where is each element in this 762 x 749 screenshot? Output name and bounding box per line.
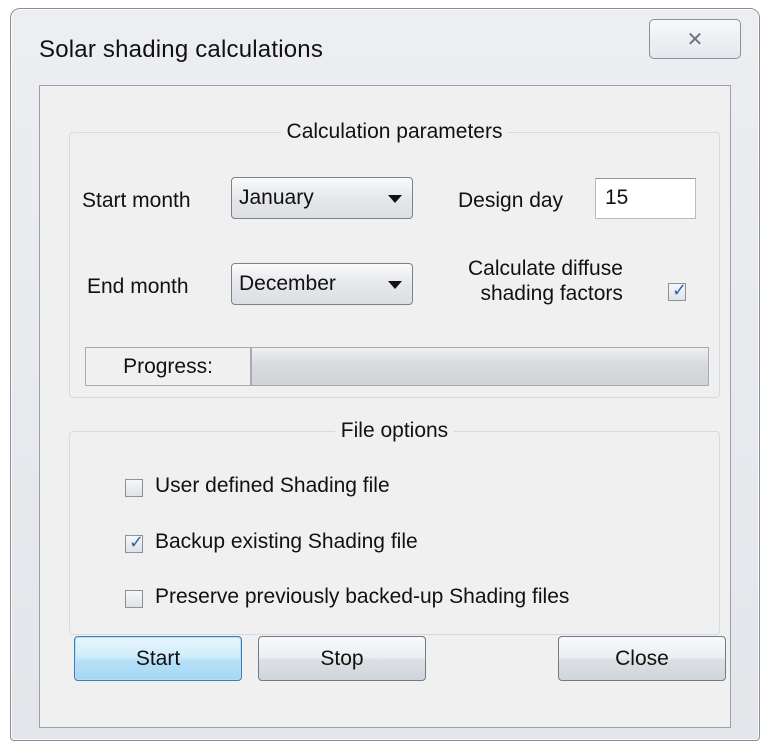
calculation-parameters-group: Calculation parameters Start month Janua… [69, 120, 720, 398]
start-month-label: Start month [82, 189, 191, 212]
user-defined-shading-file-checkbox[interactable] [125, 479, 143, 497]
backup-existing-shading-file-label: Backup existing Shading file [155, 530, 418, 553]
calculation-parameters-legend: Calculation parameters [70, 120, 719, 144]
dialog-title: Solar shading calculations [39, 36, 324, 63]
end-month-dropdown[interactable]: December [231, 263, 413, 305]
diffuse-shading-label: Calculate diffuse shading factors [468, 257, 623, 305]
close-button[interactable]: Close [558, 636, 726, 681]
checkmark-icon: ✓ [129, 532, 145, 552]
stop-button[interactable]: Stop [258, 636, 426, 681]
close-window-button[interactable]: ✕ [649, 19, 741, 59]
diffuse-shading-checkbox[interactable]: ✓ [668, 280, 688, 301]
end-month-value: December [239, 272, 336, 295]
user-defined-shading-file-label: User defined Shading file [155, 474, 390, 497]
title-bar: Solar shading calculations ✕ [11, 9, 759, 79]
solar-shading-dialog: Solar shading calculations ✕ Calculation… [10, 8, 760, 741]
start-button[interactable]: Start [74, 636, 242, 681]
end-month-label: End month [87, 275, 189, 298]
design-day-label: Design day [458, 189, 564, 212]
file-options-group: File options User defined Shading file ✓… [69, 419, 720, 635]
chevron-down-icon [388, 195, 402, 203]
preserve-backed-up-shading-files-label: Preserve previously backed-up Shading fi… [155, 585, 570, 608]
progress-bar [251, 347, 709, 386]
dialog-client-area: Calculation parameters Start month Janua… [39, 85, 731, 728]
design-day-input[interactable]: 15 [595, 178, 696, 219]
progress-label: Progress: [85, 347, 251, 386]
close-icon: ✕ [686, 27, 704, 51]
preserve-backed-up-shading-files-checkbox[interactable] [125, 590, 143, 608]
checkmark-icon: ✓ [672, 280, 688, 300]
start-month-value: January [239, 186, 314, 209]
file-options-legend: File options [70, 419, 719, 443]
start-month-dropdown[interactable]: January [231, 177, 413, 219]
backup-existing-shading-file-checkbox[interactable]: ✓ [125, 532, 145, 553]
chevron-down-icon [388, 281, 402, 289]
